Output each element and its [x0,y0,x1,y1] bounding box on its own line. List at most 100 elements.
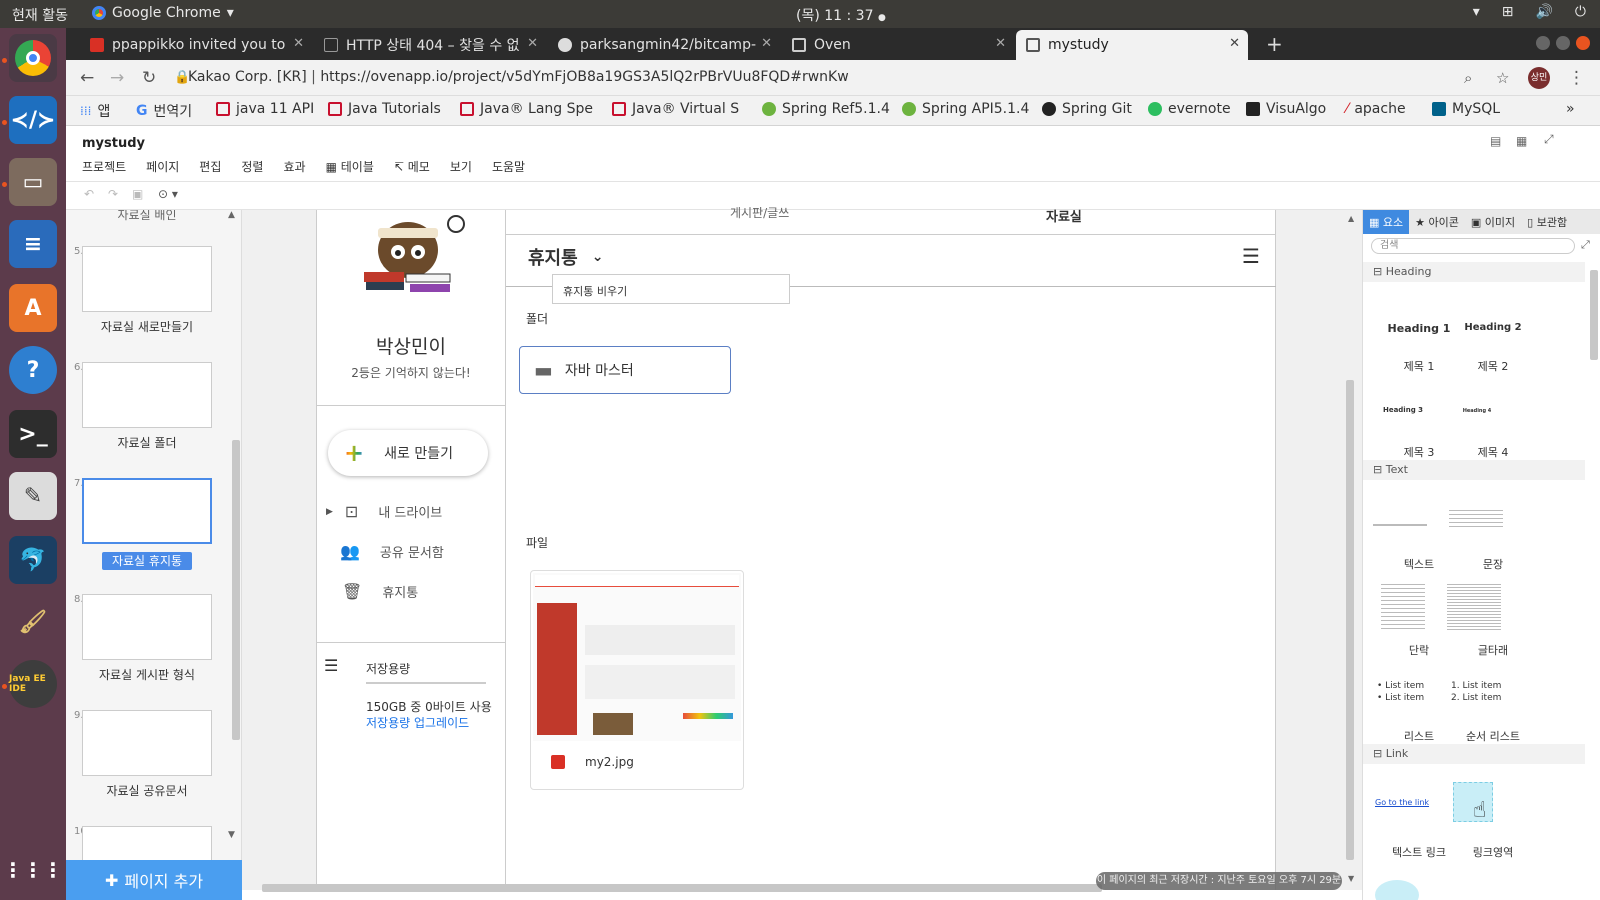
expand-icon[interactable]: ⤢ [1581,238,1590,252]
canvas-horizontal-scrollbar[interactable] [262,884,1102,892]
url-field[interactable]: Kakao Corp. [KR] | https://ovenapp.io/pr… [188,69,849,85]
heading1-preview[interactable]: Heading 1 [1379,322,1459,335]
page-label-selected[interactable]: 자료실 휴지통 [66,552,228,570]
nav-trash[interactable]: 🗑 휴지통 [342,582,418,601]
system-tray[interactable]: ▾ ⊞ 🔊 ⏻ [1473,4,1586,20]
terminal-icon[interactable]: >_ [9,410,57,458]
browser-tab[interactable]: Oven ✕ [782,30,1014,60]
close-icon[interactable]: ✕ [761,36,772,51]
ordered-list-preview[interactable]: 1. List item 2. List item [1451,680,1501,704]
zoom-icon[interactable]: ⌕ [1464,69,1472,87]
menu-arrange[interactable]: 정렬 [241,158,263,175]
page-thumbnail[interactable] [82,594,212,660]
text-link-preview[interactable]: Go to the link [1375,798,1429,807]
reload-icon[interactable]: ↻ [142,68,156,88]
mysql-workbench-icon[interactable]: 🐬 [9,536,57,584]
page-list-scrollbar[interactable] [232,440,240,740]
page-thumbnail-selected[interactable] [82,478,212,544]
bookmark-item[interactable]: java 11 API [216,101,314,117]
bookmark-item[interactable]: G 번역기 [136,101,192,121]
new-create-button[interactable]: + 새로 만들기 [328,430,488,476]
bookmark-item[interactable]: ⁄ apache [1346,101,1406,117]
clock[interactable]: (목) 11 : 37 ● [796,5,886,25]
heading4-preview[interactable]: Heading 4 [1437,408,1517,414]
page-label[interactable]: 자료실 게시판 형식 [66,666,228,683]
page-thumbnail[interactable] [82,246,212,312]
chrome-launcher-icon[interactable] [9,34,57,82]
panel-scrollbar[interactable] [1590,270,1598,360]
activities-button[interactable]: 현재 활동 [12,5,68,25]
layout-icon[interactable]: ▤ [1490,134,1501,148]
textblock-preview[interactable] [1447,584,1501,630]
volume-icon[interactable]: 🔊 [1535,4,1552,20]
paint-icon[interactable]: 🖌 [9,598,57,646]
element-search-input[interactable]: 검색 [1371,238,1575,254]
scroll-up-icon[interactable]: ▲ [228,210,235,220]
nav-shared[interactable]: 👥 공유 문서함 [340,542,444,561]
close-icon[interactable]: ✕ [293,36,304,51]
tab-images[interactable]: ▣ 이미지 [1465,210,1521,234]
bookmark-item[interactable]: Spring Git [1042,101,1132,117]
text-preview[interactable] [1373,524,1427,526]
new-tab-button[interactable]: + [1266,32,1283,56]
bookmark-item[interactable]: evernote [1148,101,1231,117]
back-icon[interactable]: ← [80,68,94,88]
paragraph-preview[interactable] [1381,584,1425,630]
eclipse-ee-icon[interactable]: Java EE IDE [9,660,57,708]
network-icon[interactable]: ⊞ [1502,4,1514,20]
shape-preview[interactable] [1375,880,1419,900]
redo-icon[interactable]: ↷ [108,187,118,201]
page-label[interactable]: 자료실 공유문서 [66,782,228,799]
page-label[interactable]: 자료실 새로만들기 [66,318,228,335]
bookmark-item[interactable]: VisuAlgo [1246,101,1326,117]
bookmarks-overflow-icon[interactable]: » [1566,101,1575,117]
close-icon[interactable]: ✕ [995,36,1006,51]
page-thumbnail[interactable] [82,362,212,428]
project-title[interactable]: mystudy [82,136,145,151]
folder-card[interactable]: ▬ 자바 마스터 [519,346,731,394]
folder-header-dropdown[interactable]: 휴지통 ⌄ [528,244,603,270]
close-icon[interactable]: ✕ [527,36,538,51]
bookmark-apps[interactable]: ⁞⁞⁞ 앱 [80,101,110,121]
hamburger-icon[interactable]: ☰ [1242,244,1260,268]
nav-my-drive[interactable]: ▶ ⊡ 내 드라이브 [326,502,442,521]
canvas-scroll-up-icon[interactable]: ▲ [1348,214,1354,223]
bookmark-item[interactable]: Java® Lang Spe [460,101,593,117]
app-grid-icon[interactable]: ⋮⋮⋮ [3,846,63,894]
text-editor-icon[interactable]: ✎ [9,472,57,520]
canvas-vertical-scrollbar[interactable] [1346,380,1354,860]
heading2-preview[interactable]: Heading 2 [1453,322,1533,333]
menu-table[interactable]: ▦ 테이블 [326,158,374,175]
undo-icon[interactable]: ↶ [84,187,94,201]
app-menu[interactable]: Google Chrome ▾ [92,5,234,21]
profile-avatar[interactable]: 상민 [1528,67,1550,89]
bookmark-item[interactable]: Spring API5.1.4 [902,101,1029,117]
canvas-scroll-down-icon[interactable]: ▼ [1348,874,1354,883]
bookmark-item[interactable]: Java® Virtual S [612,101,739,117]
help-icon[interactable]: ? [9,346,57,394]
section-link[interactable]: ⊟ Link [1363,744,1585,764]
software-center-icon[interactable]: A [9,284,57,332]
page-thumbnail[interactable] [82,710,212,776]
save-icon[interactable]: ▣ [132,187,143,201]
add-page-button[interactable]: ✚ 페이지 추가 [66,860,242,900]
list-preview[interactable]: • List item • List item [1377,680,1424,704]
tab-icons[interactable]: ★ 아이콘 [1409,210,1465,234]
sentence-preview[interactable] [1449,510,1503,528]
tab-library[interactable]: ▯ 보관함 [1521,210,1573,234]
writer-icon[interactable]: ≡ [9,220,57,268]
maximize-button[interactable] [1556,36,1570,50]
empty-trash-menu-item[interactable]: 휴지통 비우기 [552,274,790,304]
more-menu-icon[interactable]: ⋮ [1568,68,1585,88]
menu-view[interactable]: 보기 [450,158,472,175]
fullscreen-icon[interactable]: ⤢ [1544,132,1554,147]
vscode-icon[interactable]: ≺/≻ [9,96,57,144]
menu-project[interactable]: 프로젝트 [82,158,126,175]
close-window-button[interactable] [1576,36,1590,50]
close-icon[interactable]: ✕ [1229,36,1240,51]
browser-tab[interactable]: ppappikko invited you to ✕ [80,30,312,60]
hamburger-icon[interactable]: ☰ [324,656,338,675]
browser-tab[interactable]: HTTP 상태 404 – 찾을 수 없 ✕ [314,30,546,60]
menu-help[interactable]: 도움말 [492,158,525,175]
power-icon[interactable]: ⏻ [1575,4,1586,20]
